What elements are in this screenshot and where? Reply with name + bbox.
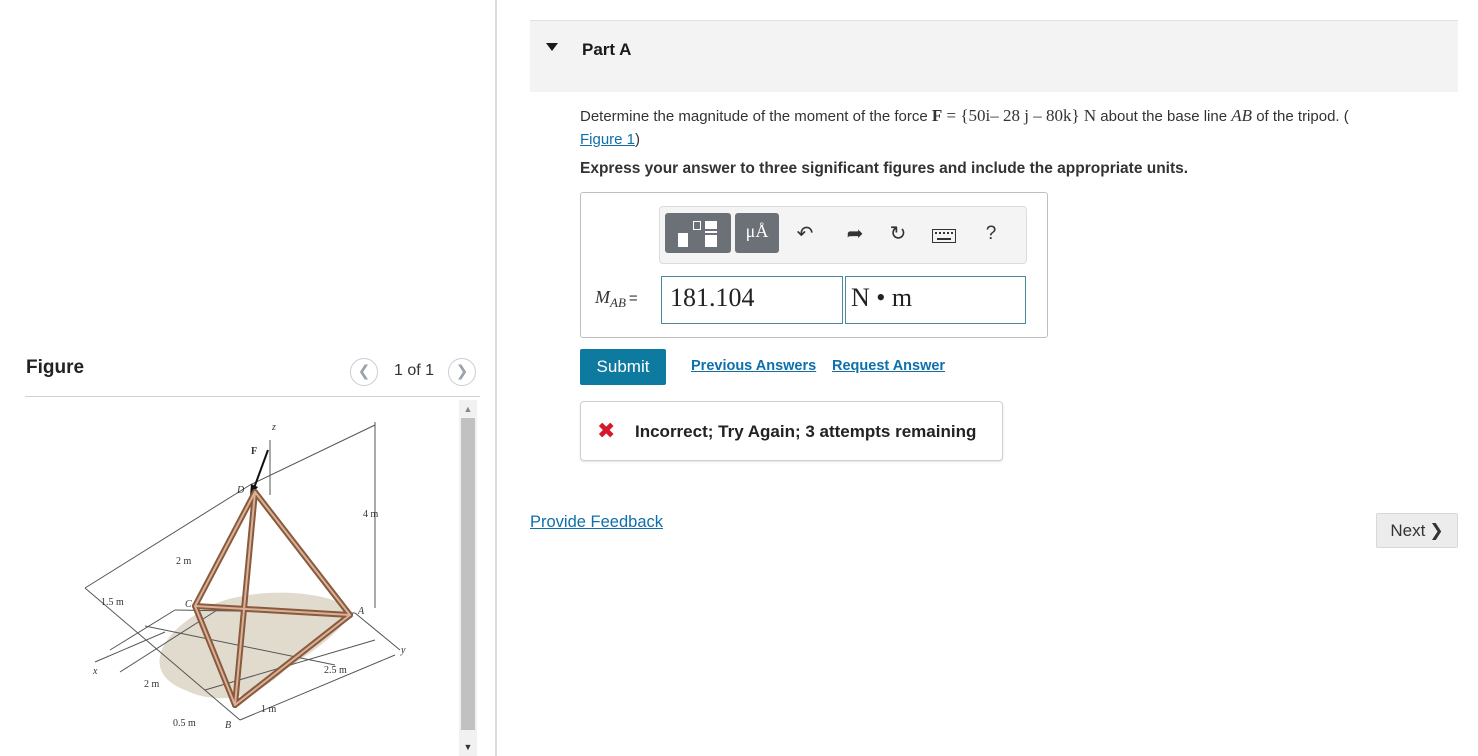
panel-divider	[495, 0, 497, 756]
next-figure-button[interactable]: ❯	[448, 358, 476, 386]
label-C: C	[185, 599, 192, 610]
question-mid: about the base line	[1096, 108, 1232, 125]
part-title: Part A	[582, 40, 632, 59]
label-dim-0-5m: 0.5 m	[173, 718, 196, 729]
keyboard-icon[interactable]	[932, 226, 956, 248]
units-button[interactable]: μÅ	[735, 213, 779, 253]
figure-link[interactable]: Figure 1	[580, 131, 635, 148]
label-z: z	[271, 422, 276, 433]
force-expression: = {50i– 28 j – 80k} N	[942, 106, 1097, 125]
answer-variable-label: MAB =	[595, 287, 638, 310]
scroll-up-arrow-icon[interactable]: ▲	[459, 402, 477, 416]
scroll-thumb[interactable]	[461, 418, 475, 730]
figure-scrollbar[interactable]: ▲ ▼	[459, 400, 477, 756]
units-icon: μÅ	[745, 221, 769, 241]
question-prefix: Determine the magnitude of the moment of…	[580, 108, 932, 125]
label-dim-4m: 4 m	[363, 509, 379, 520]
label-B: B	[225, 720, 231, 731]
previous-answers-link[interactable]: Previous Answers	[691, 358, 816, 374]
collapse-caret-icon[interactable]	[546, 43, 558, 51]
figure-header: Figure ❮ 1 of 1 ❯	[25, 354, 485, 390]
tripod-figure: z F D C A B x y 4 m 2 m 1.5 m 2 m 0.5 m …	[84, 422, 406, 731]
line-symbol: AB	[1231, 106, 1253, 125]
label-A: A	[357, 606, 365, 617]
feedback-message-box: ✖ Incorrect; Try Again; 3 attempts remai…	[580, 401, 1003, 461]
submit-button[interactable]: Submit	[580, 349, 666, 385]
unit-input[interactable]: N • m	[845, 276, 1026, 324]
figure-page-count: 1 of 1	[394, 362, 435, 379]
label-dim-2m-bottom: 2 m	[144, 679, 160, 690]
question-suffix: of the tripod. (	[1252, 108, 1349, 125]
label-x: x	[92, 666, 98, 677]
chevron-left-icon: ❮	[357, 363, 371, 380]
label-dim-2m-top: 2 m	[176, 556, 192, 567]
scroll-down-arrow-icon[interactable]: ▼	[459, 740, 477, 754]
part-header[interactable]: Part A	[530, 20, 1458, 92]
feedback-message: Incorrect; Try Again; 3 attempts remaini…	[635, 422, 977, 441]
reset-icon[interactable]: ↻	[887, 223, 909, 245]
value-input[interactable]: 181.104	[661, 276, 843, 324]
answer-box: μÅ ↶ ➦ ↻ ? MAB = 181.104 N • m	[580, 192, 1048, 338]
help-icon[interactable]: ?	[980, 223, 1002, 245]
provide-feedback-link[interactable]: Provide Feedback	[530, 513, 663, 532]
label-dim-1-5m: 1.5 m	[101, 597, 124, 608]
undo-icon[interactable]: ↶	[794, 223, 816, 245]
redo-icon[interactable]: ➦	[844, 223, 866, 245]
close-paren: )	[635, 131, 641, 148]
previous-figure-button[interactable]: ❮	[350, 358, 378, 386]
equals-sign: =	[628, 290, 638, 307]
request-answer-link[interactable]: Request Answer	[832, 358, 945, 374]
x-icon: ✖	[597, 418, 616, 443]
force-symbol: F	[931, 106, 943, 125]
label-F: F	[251, 446, 257, 457]
figure-divider	[25, 396, 480, 397]
label-dim-1m: 1 m	[261, 704, 277, 715]
label-y: y	[400, 645, 406, 656]
chevron-right-icon: ❯	[1429, 521, 1444, 540]
math-toolbar: μÅ ↶ ➦ ↻ ?	[659, 206, 1027, 264]
figure-title: Figure	[26, 357, 85, 378]
variable-subscript: AB	[610, 295, 626, 310]
variable-symbol: M	[595, 287, 610, 307]
instructions: Express your answer to three significant…	[580, 160, 1189, 177]
templates-button[interactable]	[665, 213, 731, 253]
label-D: D	[236, 485, 245, 496]
next-label: Next	[1390, 521, 1426, 540]
next-button[interactable]: Next ❯	[1376, 513, 1458, 548]
question-text: Determine the magnitude of the moment of…	[580, 104, 1460, 151]
label-dim-2-5m: 2.5 m	[324, 665, 347, 676]
chevron-right-icon: ❯	[455, 363, 469, 380]
figure-panel: Figure ❮ 1 of 1 ❯ z F D C A B x y 4 m 2 …	[0, 0, 496, 756]
